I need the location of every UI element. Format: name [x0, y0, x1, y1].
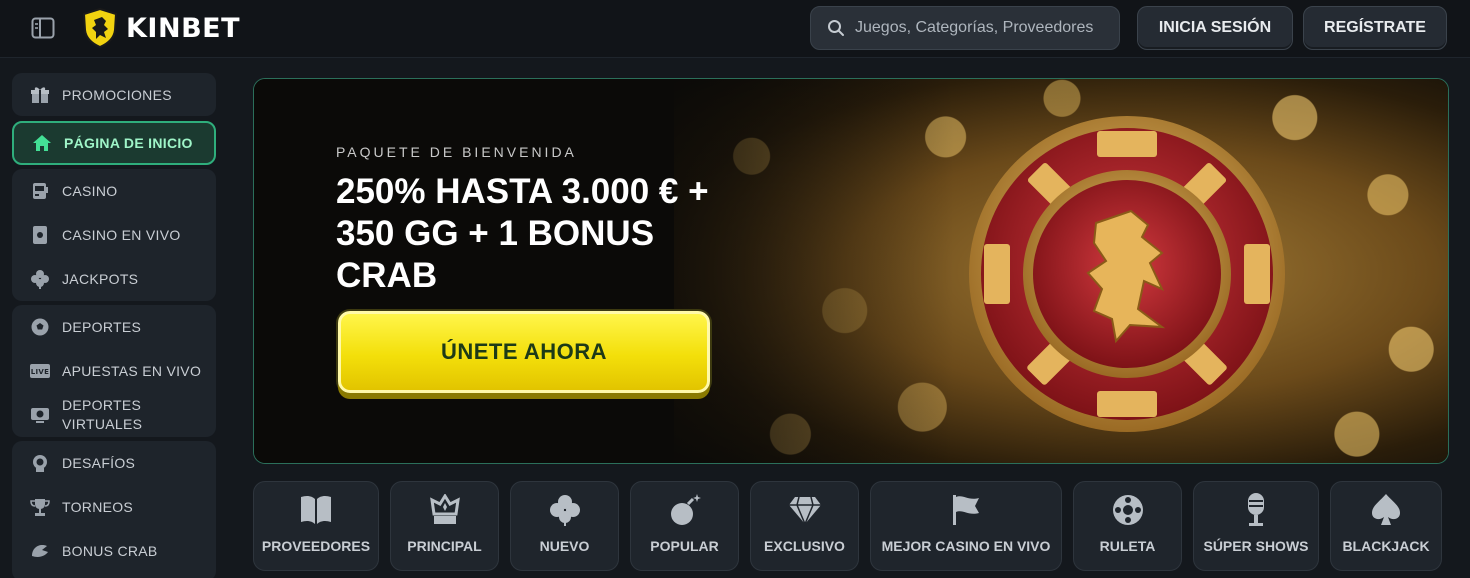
sidebar-item-label: PÁGINA DE INICIO: [64, 135, 193, 151]
sidebar-item-label: TORNEOS: [62, 499, 134, 515]
sidebar-group-sports: DEPORTES LIVE APUESTAS EN VIVO DEPORTES …: [12, 305, 216, 437]
sidebar-item-casino[interactable]: CASINO: [12, 169, 216, 213]
sidebar-item-apuestas-en-vivo[interactable]: LIVE APUESTAS EN VIVO: [12, 349, 216, 393]
sidebar-toggle-icon[interactable]: [30, 16, 56, 40]
sidebar-item-deportes[interactable]: DEPORTES: [12, 305, 216, 349]
category-label: BLACKJACK: [1342, 538, 1430, 554]
category-nuevo[interactable]: NUEVO: [510, 481, 619, 571]
roulette-icon: [1110, 492, 1146, 528]
sidebar-item-label: BONUS CRAB: [62, 543, 158, 559]
category-label: NUEVO: [539, 538, 590, 554]
brand-name: KINBET: [126, 12, 241, 44]
live-badge-icon: LIVE: [30, 361, 50, 381]
search-icon: [828, 20, 844, 36]
soccer-ball-icon: [30, 317, 50, 337]
lion-shield-icon: [82, 8, 118, 48]
sidebar-item-casino-en-vivo[interactable]: CASINO EN VIVO: [12, 213, 216, 257]
spade-icon: [1368, 492, 1404, 528]
sidebar-item-pagina-de-inicio[interactable]: PÁGINA DE INICIO: [12, 121, 216, 165]
home-icon: [32, 133, 52, 153]
category-mejor-casino-en-vivo[interactable]: MEJOR CASINO EN VIVO: [870, 481, 1062, 571]
casino-chip-lion-icon: [969, 116, 1285, 432]
sidebar-item-desafios[interactable]: DESAFÍOS: [12, 441, 216, 485]
slot-machine-icon: [30, 181, 50, 201]
login-button[interactable]: INICIA SESIÓN: [1137, 6, 1293, 50]
category-blackjack[interactable]: BLACKJACK: [1330, 481, 1442, 571]
category-label: EXCLUSIVO: [764, 538, 845, 554]
search-bar[interactable]: [810, 6, 1120, 50]
sidebar-item-label: APUESTAS EN VIVO: [62, 363, 202, 379]
register-button[interactable]: REGÍSTRATE: [1303, 6, 1447, 50]
category-label: RULETA: [1099, 538, 1156, 554]
sidebar-item-bonus-crab[interactable]: BONUS CRAB: [12, 529, 216, 573]
brand-logo[interactable]: KINBET: [82, 8, 240, 48]
welcome-banner[interactable]: PAQUETE DE BIENVENIDA 250% HASTA 3.000 €…: [253, 78, 1449, 464]
sidebar-item-label: PROMOCIONES: [62, 86, 172, 103]
category-super-shows[interactable]: SÚPER SHOWS: [1193, 481, 1319, 571]
category-label: PROVEEDORES: [261, 538, 371, 554]
sidebar-item-label-two-line: DEPORTES VIRTUALES: [62, 396, 142, 434]
diamond-icon: [787, 492, 823, 528]
label-line-1: DEPORTES: [62, 397, 142, 413]
sidebar-item-torneos[interactable]: TORNEOS: [12, 485, 216, 529]
banner-title: 250% HASTA 3.000 € + 350 GG + 1 BONUS CR…: [336, 172, 709, 295]
sidebar-group-casino: CASINO CASINO EN VIVO JACKPOTS: [12, 169, 216, 301]
search-input[interactable]: [855, 19, 1115, 37]
sidebar-item-label: JACKPOTS: [62, 271, 139, 287]
category-proveedores[interactable]: PROVEEDORES: [253, 481, 379, 571]
sidebar-item-promociones[interactable]: PROMOCIONES: [12, 73, 216, 116]
flag-icon: [948, 492, 984, 528]
card-icon: [30, 225, 50, 245]
sidebar-group-promotions: PROMOCIONES: [12, 73, 216, 116]
category-label: PRINCIPAL: [407, 538, 482, 554]
category-popular[interactable]: POPULAR: [630, 481, 739, 571]
sidebar-item-jackpots[interactable]: JACKPOTS: [12, 257, 216, 301]
clover-icon: [547, 492, 583, 528]
sidebar-group-challenges: DESAFÍOS TORNEOS BONUS CRAB: [12, 441, 216, 578]
microphone-icon: [1238, 492, 1274, 528]
virtual-sports-icon: [30, 405, 50, 425]
crown-icon: [427, 492, 463, 528]
category-ruleta[interactable]: RULETA: [1073, 481, 1182, 571]
category-label: POPULAR: [650, 538, 719, 554]
top-bar: KINBET INICIA SESIÓN REGÍSTRATE: [0, 0, 1470, 58]
gift-icon: [30, 85, 50, 105]
sidebar-item-label: CASINO: [62, 183, 118, 199]
sidebar-item-deportes-virtuales[interactable]: DEPORTES VIRTUALES: [12, 393, 216, 437]
sidebar-item-label: DESAFÍOS: [62, 455, 136, 471]
book-icon: [298, 492, 334, 528]
medal-icon: [30, 453, 50, 473]
label-line-2: VIRTUALES: [62, 416, 143, 432]
category-label: SÚPER SHOWS: [1203, 538, 1309, 554]
category-principal[interactable]: PRINCIPAL: [390, 481, 499, 571]
clover-icon: [30, 269, 50, 289]
sidebar-item-label: CASINO EN VIVO: [62, 227, 181, 243]
live-badge-text: LIVE: [31, 368, 49, 376]
category-exclusivo[interactable]: EXCLUSIVO: [750, 481, 859, 571]
bomb-icon: [667, 492, 703, 528]
category-label: MEJOR CASINO EN VIVO: [881, 538, 1051, 554]
banner-kicker: PAQUETE DE BIENVENIDA: [336, 144, 577, 160]
join-now-button[interactable]: ÚNETE AHORA: [338, 311, 710, 393]
crab-claw-icon: [30, 541, 50, 561]
sidebar-item-label: DEPORTES: [62, 319, 142, 335]
trophy-icon: [30, 497, 50, 517]
